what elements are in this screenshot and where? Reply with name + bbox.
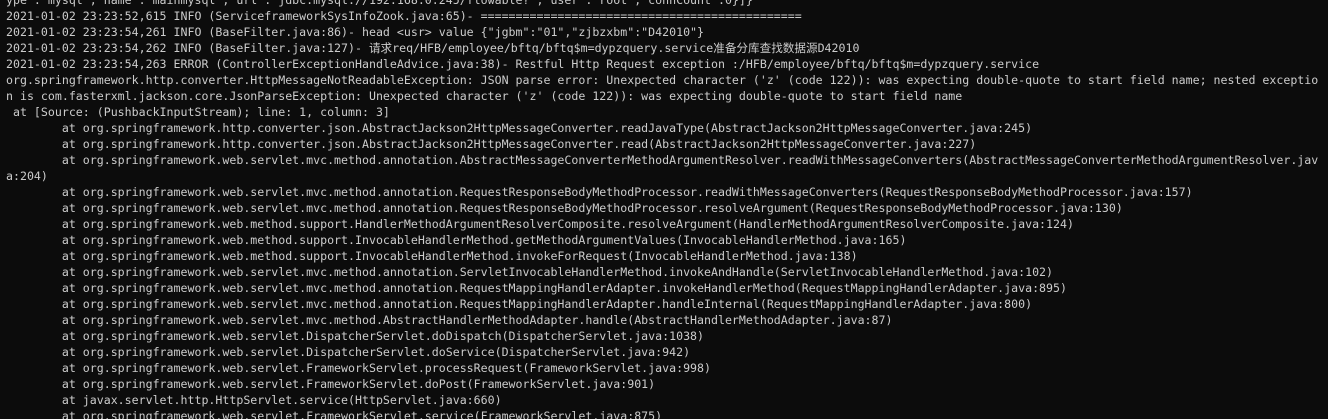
stack-frame: at org.springframework.web.servlet.Dispa…	[6, 345, 691, 359]
stack-frame: at org.springframework.web.servlet.Dispa…	[6, 329, 705, 343]
exception-message: n is com.fasterxml.jackson.core.JsonPars…	[6, 89, 963, 103]
stack-frame: at org.springframework.web.servlet.mvc.m…	[6, 281, 1067, 295]
stack-frame: at org.springframework.web.servlet.mvc.m…	[6, 313, 893, 327]
stack-frame: at org.springframework.web.servlet.mvc.m…	[6, 297, 1033, 311]
log-line: 2021-01-02 23:23:52,615 INFO (Servicefra…	[6, 9, 802, 23]
stack-frame: at org.springframework.http.converter.js…	[6, 137, 977, 151]
stack-frame: at org.springframework.web.servlet.mvc.m…	[6, 185, 1193, 199]
console-output[interactable]: ype":"mysql","name":"mainmysql","url":"j…	[0, 0, 1328, 419]
log-line-error: 2021-01-02 23:23:54,263 ERROR (Controlle…	[6, 57, 1040, 71]
log-lines: ype":"mysql","name":"mainmysql","url":"j…	[6, 0, 1326, 419]
log-line: 2021-01-02 23:23:54,262 INFO (BaseFilter…	[6, 41, 860, 55]
exception-source: at [Source: (PushbackInputStream); line:…	[6, 105, 390, 119]
stack-frame: at org.springframework.web.servlet.mvc.m…	[6, 201, 1123, 215]
stack-frame: at org.springframework.web.method.suppor…	[6, 233, 907, 247]
stack-frame: at org.springframework.web.servlet.Frame…	[6, 361, 711, 375]
exception-message: org.springframework.http.converter.HttpM…	[6, 73, 1319, 87]
stack-frame: at org.springframework.web.servlet.Frame…	[6, 409, 663, 419]
stack-frame: at org.springframework.web.method.suppor…	[6, 249, 858, 263]
stack-frame: at org.springframework.http.converter.js…	[6, 121, 1033, 135]
stack-frame: at org.springframework.web.method.suppor…	[6, 217, 1074, 231]
log-line: ype":"mysql","name":"mainmysql","url":"j…	[6, 0, 753, 7]
stack-frame: at javax.servlet.http.HttpServlet.servic…	[6, 393, 502, 407]
stack-frame: at org.springframework.web.servlet.mvc.m…	[6, 153, 1319, 167]
stack-frame: at org.springframework.web.servlet.Frame…	[6, 377, 656, 391]
stack-frame: at org.springframework.web.servlet.mvc.m…	[6, 265, 1054, 279]
log-line: 2021-01-02 23:23:54,261 INFO (BaseFilter…	[6, 25, 705, 39]
stack-frame: a:204)	[6, 169, 48, 183]
